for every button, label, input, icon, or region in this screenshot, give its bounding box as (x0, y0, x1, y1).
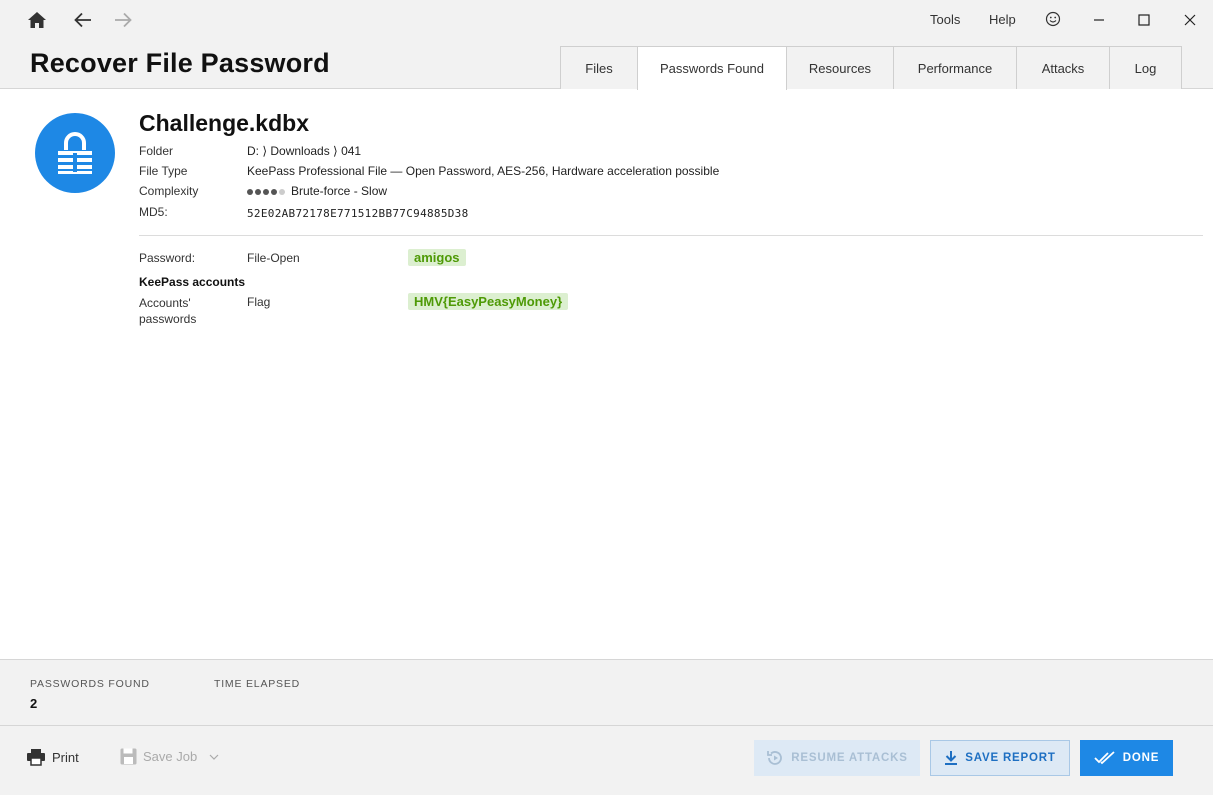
maximize-button[interactable] (1132, 8, 1156, 32)
download-icon (945, 751, 958, 765)
complexity-label: Complexity (139, 184, 199, 198)
menu-help[interactable]: Help (989, 12, 1016, 27)
complexity-dot (255, 188, 261, 195)
accounts-row-field: Flag (247, 295, 271, 309)
printer-icon (27, 749, 45, 766)
done-label: DONE (1122, 752, 1160, 764)
password-row-field: File-Open (247, 251, 300, 265)
passwords-found-value: 2 (30, 696, 38, 711)
print-button[interactable]: Print (26, 748, 79, 766)
file-type-value: KeePass Professional File — Open Passwor… (247, 164, 720, 178)
minimize-button[interactable] (1087, 8, 1111, 32)
arrow-right-icon (115, 12, 132, 28)
save-disk-icon (120, 748, 137, 765)
complexity-dot (247, 188, 253, 195)
double-check-icon (1094, 751, 1115, 765)
resume-attacks-button[interactable]: RESUME ATTACKS (754, 740, 920, 776)
resume-attacks-label: RESUME ATTACKS (791, 752, 908, 764)
md5-label: MD5: (139, 205, 168, 219)
tab-performance[interactable]: Performance (893, 46, 1017, 89)
folder-label: Folder (139, 144, 174, 158)
done-button[interactable]: DONE (1080, 740, 1173, 776)
arrow-left-icon (74, 12, 91, 28)
flag-value[interactable]: HMV{EasyPeasyMoney} (408, 293, 569, 310)
complexity-meter (247, 188, 285, 195)
minimize-icon (1094, 19, 1104, 21)
maximize-icon (1138, 14, 1150, 26)
close-button[interactable] (1178, 8, 1202, 32)
chevron-down-icon[interactable] (209, 754, 219, 760)
print-label: Print (52, 749, 79, 765)
stats-bar: PASSWORDS FOUND 2 TIME ELAPSED (0, 659, 1213, 726)
accounts-row-label: Accounts' passwords (139, 296, 197, 326)
tab-log[interactable]: Log (1109, 46, 1182, 89)
home-icon (28, 12, 46, 28)
divider (139, 235, 1203, 236)
md5-value: 52E02AB72178E771512BB77C94885D38 (247, 207, 469, 220)
save-job-button[interactable]: Save Job (120, 748, 219, 765)
forward-button[interactable] (109, 6, 137, 34)
save-report-label: SAVE REPORT (965, 752, 1056, 764)
tab-resources[interactable]: Resources (786, 46, 894, 89)
file-type-label: File Type (139, 164, 188, 178)
page-title: Recover File Password (30, 48, 330, 78)
home-button[interactable] (23, 6, 51, 34)
complexity-dot (279, 188, 285, 195)
menu-tools[interactable]: Tools (930, 12, 960, 27)
resume-icon (767, 751, 783, 765)
tab-bar: Files Passwords Found Resources Performa… (560, 46, 1182, 90)
back-button[interactable] (69, 6, 97, 34)
tab-attacks[interactable]: Attacks (1016, 46, 1110, 89)
tab-files[interactable]: Files (560, 46, 638, 89)
password-value[interactable]: amigos (408, 249, 466, 266)
lock-icon (58, 132, 92, 174)
smiley-feedback-icon[interactable] (1045, 11, 1061, 27)
close-icon (1184, 14, 1196, 26)
save-report-button[interactable]: SAVE REPORT (930, 740, 1070, 776)
file-name: Challenge.kdbx (139, 110, 309, 136)
folder-value: D: ⟩ Downloads ⟩ 041 (247, 144, 362, 158)
save-job-label: Save Job (143, 749, 198, 764)
tab-passwords-found[interactable]: Passwords Found (637, 46, 787, 90)
time-elapsed-label: TIME ELAPSED (214, 678, 301, 690)
complexity-value: Brute-force - Slow (247, 184, 387, 198)
password-row-label: Password: (139, 251, 196, 265)
complexity-text: Brute-force - Slow (291, 184, 388, 198)
passwords-found-label: PASSWORDS FOUND (30, 678, 150, 690)
complexity-dot (263, 188, 269, 195)
file-lock-badge (35, 113, 115, 193)
complexity-dot (271, 188, 277, 195)
section-heading-keepass-accounts: KeePass accounts (139, 275, 246, 289)
footer-toolbar: Print Save Job RESUME ATTACKS SAVE REPOR… (0, 726, 1213, 795)
title-bar: Tools Help Recover File Password Files P… (0, 0, 1213, 90)
